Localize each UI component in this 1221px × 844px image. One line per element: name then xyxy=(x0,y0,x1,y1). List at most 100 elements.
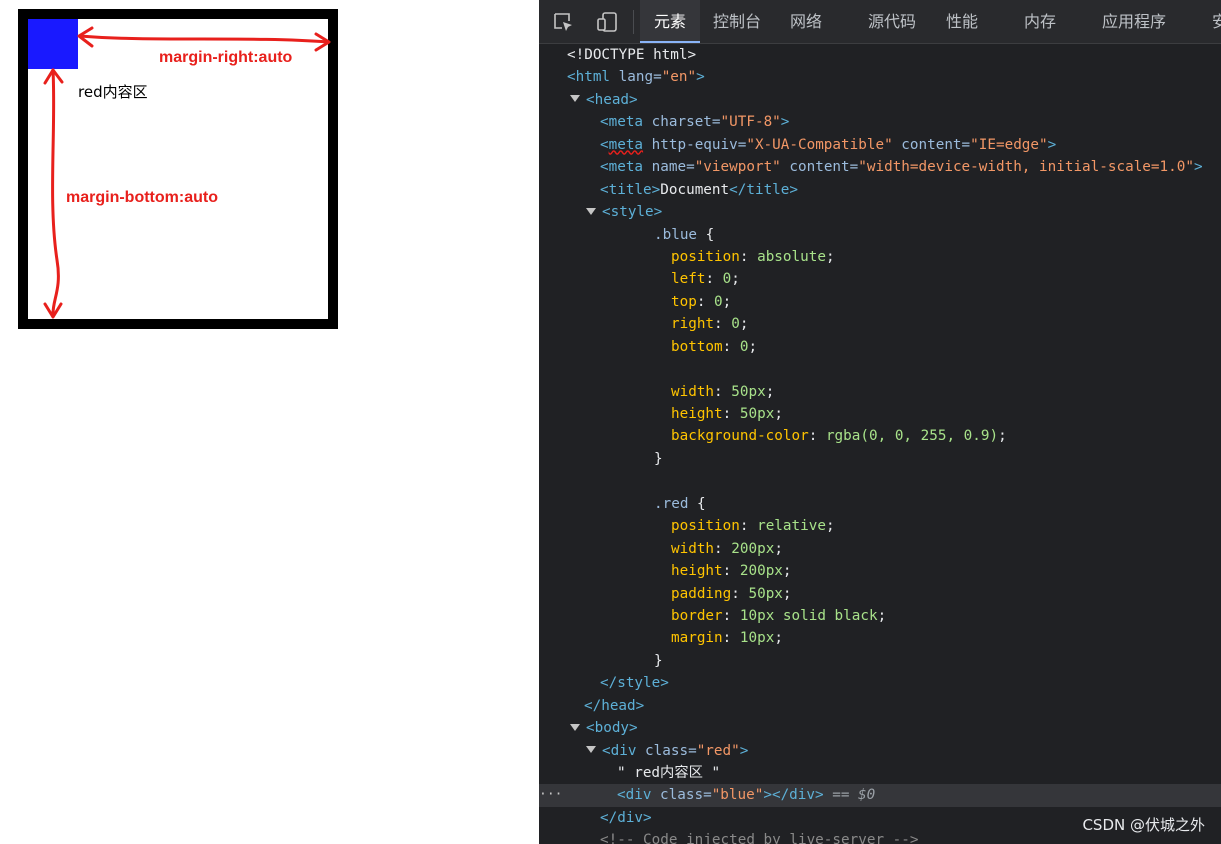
watermark: CSDN @伏城之外 xyxy=(1082,816,1205,834)
meta-charset-attr: charset xyxy=(651,114,712,131)
css-rule[interactable]: height: 50px; xyxy=(539,403,1221,425)
css-rule[interactable]: height: 200px; xyxy=(539,560,1221,582)
title-text: Document xyxy=(660,181,730,198)
css-close-brace: } xyxy=(654,652,663,669)
dom-line-head[interactable]: <head> xyxy=(539,89,1221,111)
doctype-text: <!DOCTYPE html> xyxy=(567,47,697,63)
css-prop-name: right xyxy=(671,316,715,333)
html-attr: lang xyxy=(618,69,654,86)
tab-memory[interactable]: 内存 xyxy=(1024,0,1056,41)
css-rule[interactable]: position: absolute; xyxy=(539,246,1221,268)
meta-content-value: "IE=edge" xyxy=(970,136,1048,153)
css-rule[interactable]: margin: 10px; xyxy=(539,627,1221,649)
css-prop-name: margin xyxy=(671,630,723,647)
css-rule[interactable]: padding: 50px; xyxy=(539,583,1221,605)
dom-line-div-blue-selected[interactable]: ··· <div class="blue"></div> == $0 xyxy=(539,784,1221,807)
css-prop-name: padding xyxy=(671,585,732,602)
dom-line-meta-http-equiv[interactable]: <meta http-equiv="X-UA-Compatible" conte… xyxy=(539,134,1221,156)
css-close-brace: } xyxy=(654,450,663,467)
devtools-panel: 元素 控制台 网络 源代码 性能 内存 应用程序 安 <!DOCTYPE htm… xyxy=(539,0,1221,844)
meta-viewport-content-value: "width=device-width, initial-scale=1.0" xyxy=(858,159,1194,176)
more-options-icon[interactable]: ··· xyxy=(539,784,562,806)
expand-triangle-icon[interactable] xyxy=(570,95,580,103)
tab-sources[interactable]: 源代码 xyxy=(868,0,916,41)
css-blank-line xyxy=(539,470,1221,492)
dom-line-meta-viewport[interactable]: <meta name="viewport" content="width=dev… xyxy=(539,156,1221,178)
css-rule[interactable]: position: relative; xyxy=(539,515,1221,537)
css-rule[interactable]: top: 0; xyxy=(539,291,1221,313)
head-tag-name: head xyxy=(594,91,630,108)
css-prop-name: background-color xyxy=(671,428,809,445)
expand-triangle-icon[interactable] xyxy=(570,723,580,731)
css-line-blue-selector[interactable]: .blue { xyxy=(539,224,1221,246)
css-prop-value: 50px xyxy=(731,383,766,400)
css-prop-value: 0 xyxy=(722,271,732,288)
css-prop-value: 0 xyxy=(714,293,723,310)
dom-line-head-close[interactable]: </head> xyxy=(539,695,1221,717)
css-prop-name: position xyxy=(671,518,740,535)
css-prop-name: top xyxy=(671,293,697,310)
meta-name-value: "viewport" xyxy=(694,159,781,176)
body-tag-name: body xyxy=(594,720,630,737)
toolbar-separator xyxy=(633,10,634,34)
style-tag-name: style xyxy=(610,204,654,221)
css-prop-value: absolute xyxy=(757,248,826,265)
css-prop-value: 50px xyxy=(748,585,783,602)
meta-viewport-content-attr: content xyxy=(789,159,850,176)
css-rule[interactable]: right: 0; xyxy=(539,313,1221,335)
blue-selector: .blue xyxy=(654,226,698,243)
css-prop-value: relative xyxy=(757,518,826,535)
inspect-element-icon[interactable] xyxy=(551,10,575,34)
css-rule[interactable]: left: 0; xyxy=(539,268,1221,290)
tab-network[interactable]: 网络 xyxy=(790,0,822,41)
css-prop-value: 50px xyxy=(739,406,775,422)
blue-div[interactable] xyxy=(28,19,78,69)
dom-line-meta-charset[interactable]: <meta charset="UTF-8"> xyxy=(539,111,1221,133)
device-toolbar-icon[interactable] xyxy=(595,10,619,34)
css-rule[interactable]: width: 200px; xyxy=(539,538,1221,560)
expand-triangle-icon[interactable] xyxy=(586,207,596,215)
css-prop-value: 10px solid black xyxy=(739,607,878,624)
css-prop-name: left xyxy=(671,271,706,288)
html-attr-value: "en" xyxy=(661,69,697,86)
selected-marker: == $0 xyxy=(832,787,876,804)
comment-text: <!-- Code injected by live-server --> xyxy=(600,832,919,844)
css-prop-name: height xyxy=(671,406,723,422)
annotation-margin-right: margin-right:auto xyxy=(159,49,293,66)
css-prop-value: 10px xyxy=(739,630,775,647)
tab-console[interactable]: 控制台 xyxy=(713,0,761,41)
dom-line-title[interactable]: <title>Document</title> xyxy=(539,179,1221,201)
css-prop-value: 0 xyxy=(731,316,740,333)
css-line-red-selector[interactable]: .red { xyxy=(539,493,1221,515)
red-content-text: red内容区 xyxy=(78,83,148,101)
css-prop-value: 200px xyxy=(731,540,775,557)
tab-application[interactable]: 应用程序 xyxy=(1102,0,1166,41)
css-rule[interactable]: border: 10px solid black; xyxy=(539,605,1221,627)
annotation-margin-bottom: margin-bottom:auto xyxy=(66,189,218,206)
dom-line-body[interactable]: <body> xyxy=(539,717,1221,739)
dom-line-style-close[interactable]: </style> xyxy=(539,672,1221,694)
css-prop-name: height xyxy=(671,563,723,580)
css-prop-name: position xyxy=(671,248,740,265)
tab-security[interactable]: 安 xyxy=(1212,0,1221,41)
css-prop-name: width xyxy=(671,383,715,400)
meta-charset-value: "UTF-8" xyxy=(720,114,781,131)
tab-elements[interactable]: 元素 xyxy=(640,0,700,43)
dom-line-text-node[interactable]: " red内容区 " xyxy=(539,762,1221,784)
dom-line-doctype[interactable]: <!DOCTYPE html> xyxy=(539,44,1221,66)
dom-line-style[interactable]: <style> xyxy=(539,201,1221,223)
meta-http-equiv-value: "X-UA-Compatible" xyxy=(746,136,893,153)
tab-performance[interactable]: 性能 xyxy=(946,0,978,41)
dom-line-div-red[interactable]: <div class="red"> xyxy=(539,740,1221,762)
dom-line-html[interactable]: <html lang="en"> xyxy=(539,66,1221,88)
meta-content-attr: content xyxy=(901,136,962,153)
div-red-class-value: "red" xyxy=(696,742,740,759)
css-rule[interactable]: background-color: rgba(0, 0, 255, 0.9); xyxy=(539,425,1221,447)
css-prop-value: 200px xyxy=(739,563,783,580)
css-rule[interactable]: width: 50px; xyxy=(539,381,1221,403)
expand-triangle-icon[interactable] xyxy=(586,746,596,754)
meta-http-equiv-attr: http-equiv xyxy=(651,136,738,153)
css-prop-name: border xyxy=(671,607,723,624)
meta-name-attr: name xyxy=(651,159,687,176)
css-rule[interactable]: bottom: 0; xyxy=(539,336,1221,358)
